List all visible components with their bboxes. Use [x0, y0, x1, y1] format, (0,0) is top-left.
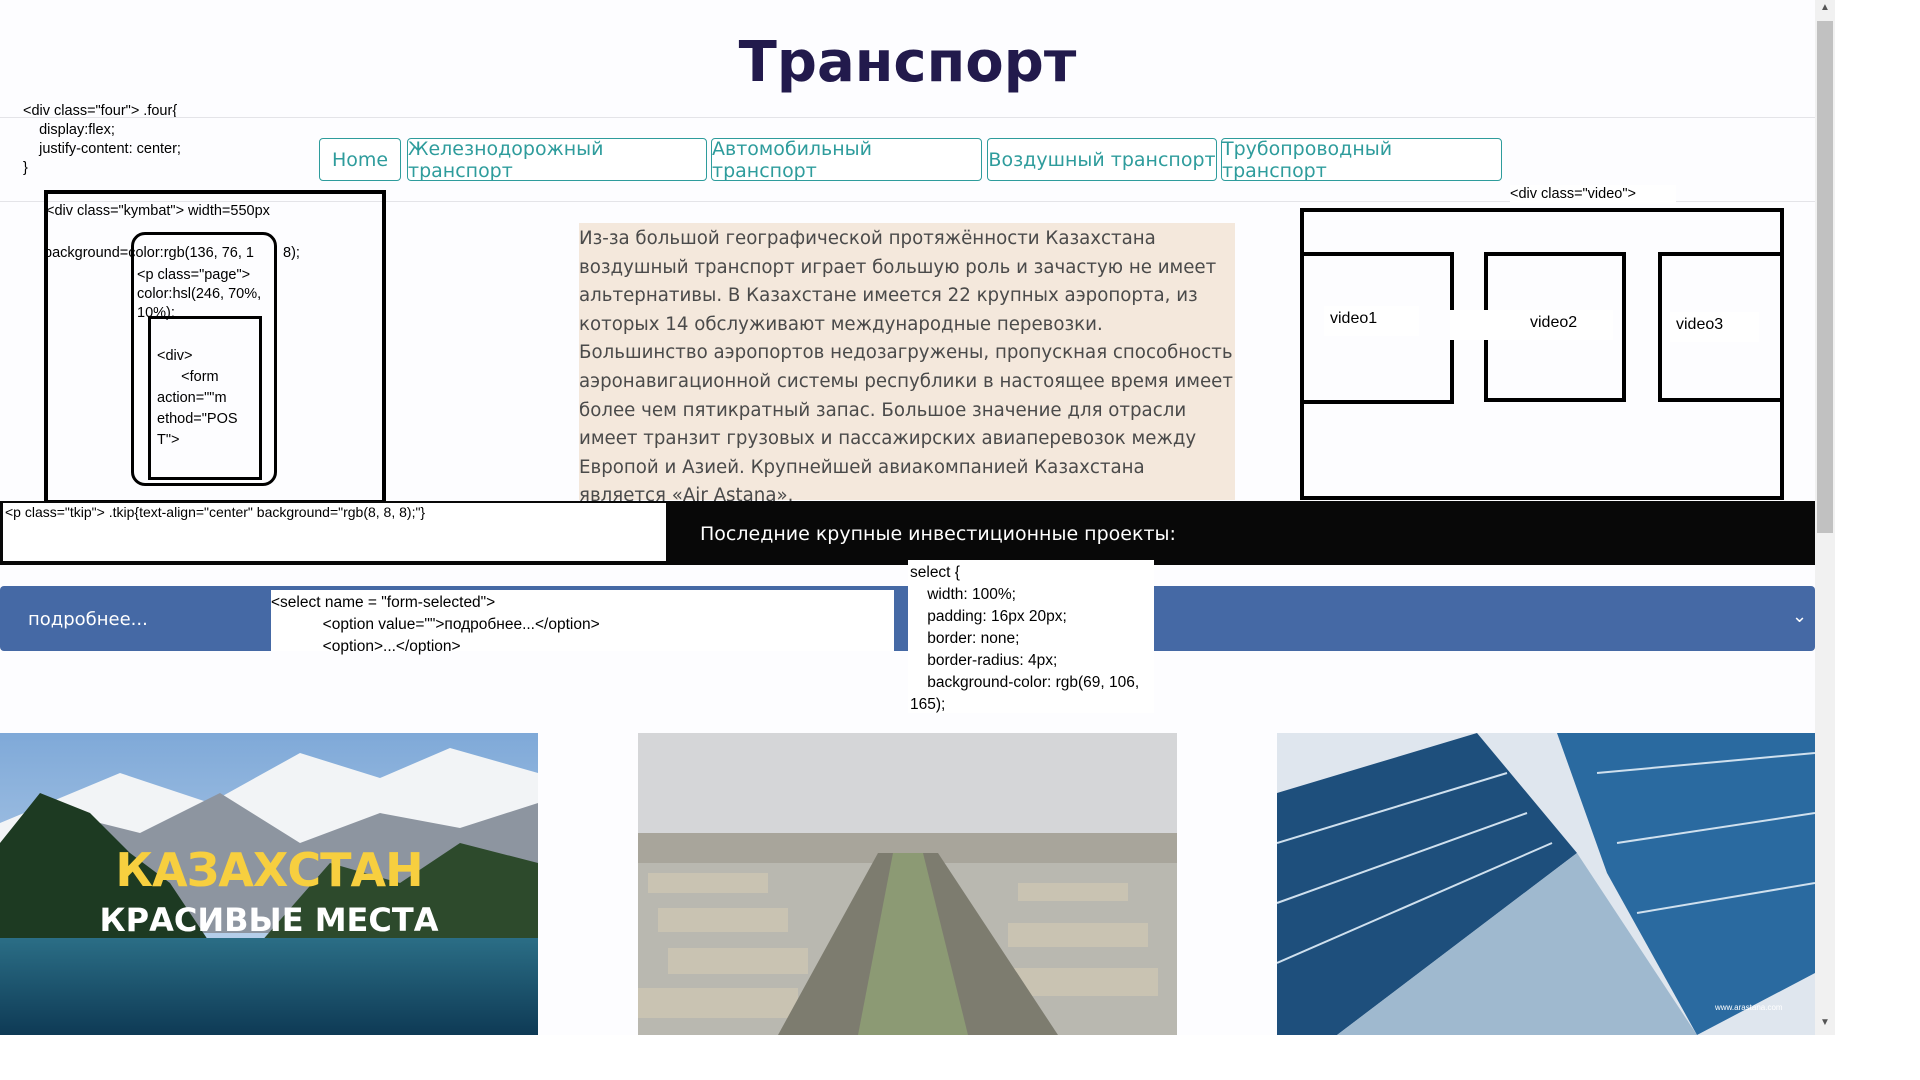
nav-road-button[interactable]: Автомобильный транспорт [711, 138, 982, 182]
annotation-page: <p class="page"> color:hsl(246, 70%, 10%… [137, 267, 262, 321]
video1-label: video1 [1324, 306, 1420, 336]
city-aerial-image [638, 733, 1177, 1035]
annotation-four: <div class="four"> .four{ display:flex; … [23, 103, 181, 176]
gallery-image-towers[interactable]: www.arastana.com [1277, 733, 1815, 1035]
annotation-video: <div class="video"> [1510, 185, 1676, 204]
scroll-up-icon[interactable]: ▲ [1817, 2, 1833, 18]
annotation-form: <div> <form action=""m ethod="POS T"> [157, 348, 238, 448]
nav-top-border [0, 117, 1815, 118]
investments-title: Последние крупные инвестиционные проекты… [700, 523, 1176, 545]
details-select-value: подробнее... [28, 609, 148, 630]
gallery-title: КАЗАХСТАН [115, 843, 423, 897]
article-paragraph: Из-за большой географической протяжённос… [579, 223, 1235, 506]
annotation-background-end: 8); [283, 245, 300, 261]
annotation-tkip: <p class="tkip"> .tkip{text-align="cente… [5, 504, 426, 520]
page: Транспорт <div class="four"> .four{ disp… [0, 0, 1815, 1035]
annotation-select-css: select { width: 100%; padding: 16px 20px… [910, 564, 1140, 713]
video2-label: video2 [1450, 310, 1614, 340]
annotation-kymbat: <div class="kymbat"> width=550px [46, 203, 270, 219]
chevron-down-icon[interactable]: ⌄ [1792, 606, 1807, 627]
nav-pipeline-button[interactable]: Трубопроводный транспорт [1221, 138, 1502, 182]
nav-railway-button[interactable]: Железнодорожный транспорт [407, 138, 707, 182]
page-title: Транспорт [738, 30, 1077, 95]
gallery-image-lake[interactable]: КАЗАХСТАН КРАСИВЫЕ МЕСТА [0, 733, 538, 1035]
video3-label: video3 [1670, 312, 1760, 342]
image-credit: www.arastana.com [1715, 1003, 1783, 1012]
annotation-select-markup: <select name = "form-selected"> <option … [271, 594, 600, 655]
nav-air-button[interactable]: Воздушный транспорт [987, 138, 1217, 181]
scrollbar-thumb[interactable] [1817, 21, 1833, 533]
scroll-down-icon[interactable]: ▼ [1817, 1017, 1833, 1033]
gallery-subtitle: КРАСИВЫЕ МЕСТА [99, 901, 439, 939]
gallery-image-city[interactable] [638, 733, 1177, 1035]
glass-towers-image [1277, 733, 1815, 1035]
nav-home-button[interactable]: Home [319, 138, 401, 181]
